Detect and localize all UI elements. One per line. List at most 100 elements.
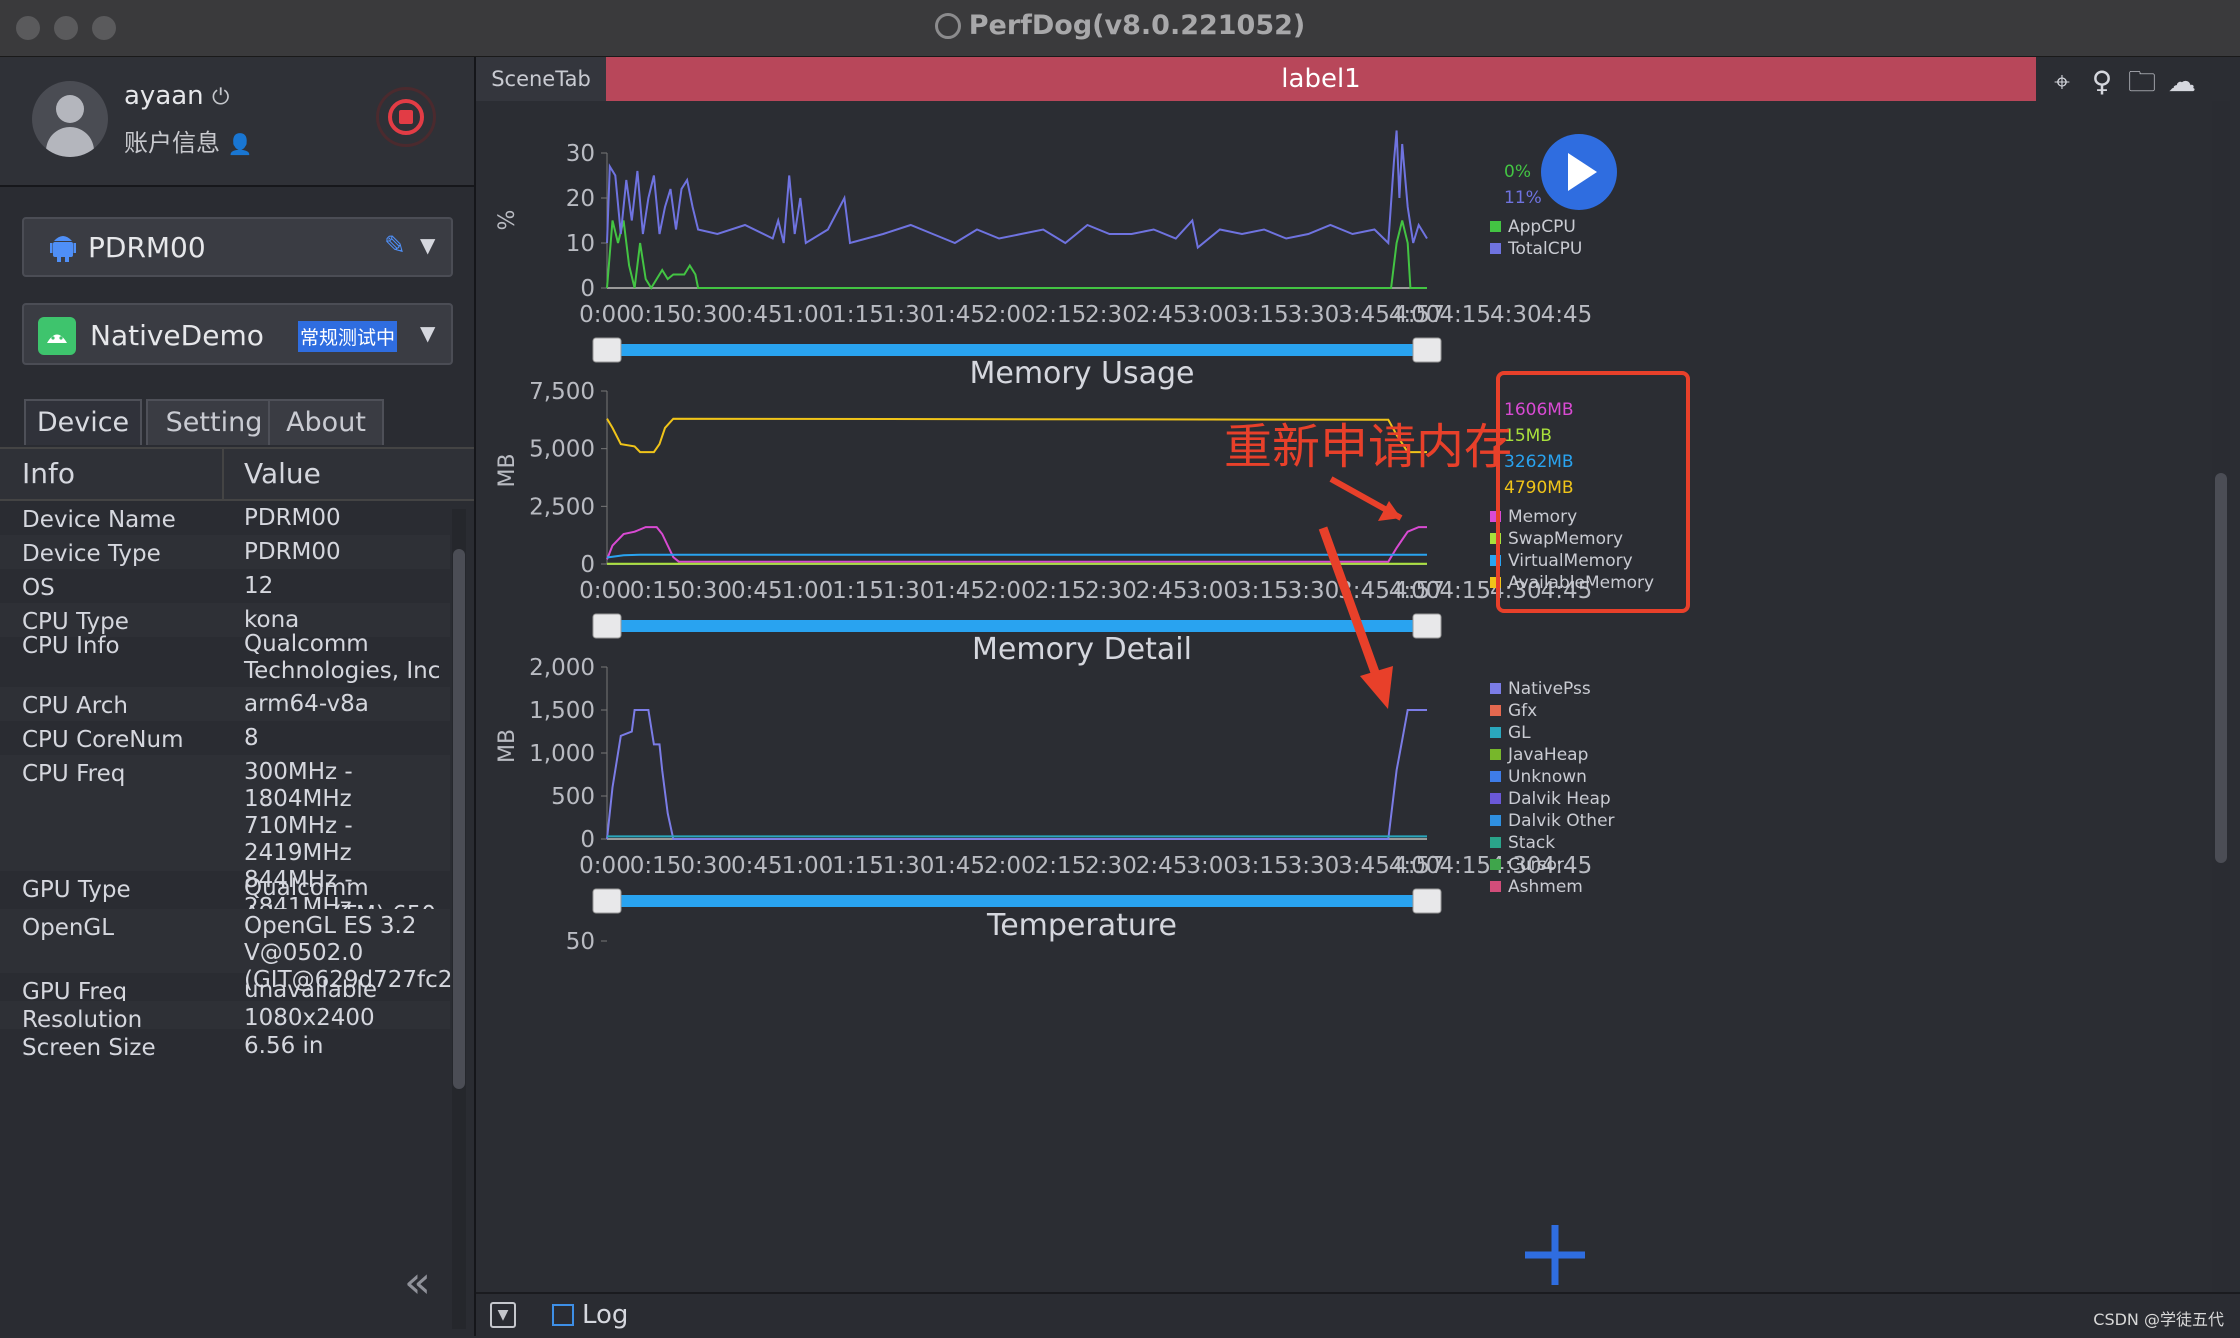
- info-column-header[interactable]: Info: [22, 457, 75, 490]
- x-tick-label: 1:00: [782, 578, 834, 604]
- x-tick-label: 4:15: [1439, 853, 1491, 879]
- main-panel: SceneTab label1 ⌖ ♀ 🗀 ☁ % 30 20 10 0 0:00 0:15 0:3…: [476, 57, 2240, 1292]
- scene-label-bar[interactable]: label1: [606, 57, 2036, 101]
- y-tick-label: 1,500: [529, 698, 595, 724]
- account-info-link[interactable]: 账户信息 👤: [124, 123, 253, 158]
- collapse-panel-icon[interactable]: «: [404, 1257, 431, 1308]
- legend-swatch: [1490, 221, 1501, 232]
- chevron-down-icon[interactable]: ▼: [420, 233, 435, 257]
- info-key: CPU Freq: [22, 761, 126, 787]
- info-row: Device Type PDRM00: [0, 535, 450, 569]
- charts-area: %30201000:000:150:300:451:001:151:301:45…: [495, 101, 2230, 1292]
- chevron-down-icon[interactable]: ▼: [420, 321, 435, 345]
- x-tick-label: 1:45: [933, 853, 985, 879]
- x-tick-label: 1:30: [883, 853, 935, 879]
- series-line-memory: [606, 526, 1427, 563]
- chart-ylabel: MB: [495, 453, 520, 487]
- legend-swatch: [1490, 793, 1501, 804]
- username-text: ayaan: [124, 81, 204, 111]
- info-value: PDRM00: [244, 539, 341, 565]
- y-tick-label: 0: [580, 827, 595, 853]
- stop-record-button[interactable]: [376, 87, 436, 147]
- legend-item: NativePss: [1508, 679, 1591, 699]
- range-slider-left-handle[interactable]: [592, 613, 622, 639]
- x-tick-label: 3:00: [1186, 302, 1238, 328]
- x-tick-label: 0:45: [731, 853, 783, 879]
- cloud-icon[interactable]: ☁: [2162, 65, 2202, 98]
- marker-icon[interactable]: ♀: [2082, 65, 2122, 98]
- device-selector[interactable]: PDRM00 ✎ ▼: [22, 217, 453, 277]
- edit-link-icon[interactable]: ✎: [384, 231, 406, 261]
- chart-ylabel: MB: [495, 729, 520, 763]
- x-tick-label: 1:15: [832, 853, 884, 879]
- range-slider-track[interactable]: [601, 344, 1433, 356]
- range-slider-right-handle[interactable]: [1412, 888, 1442, 914]
- scene-tab[interactable]: SceneTab: [476, 57, 606, 101]
- x-tick-label: 1:15: [832, 578, 884, 604]
- chart-title: Memory Usage: [969, 356, 1194, 391]
- range-slider-right-handle[interactable]: [1412, 337, 1442, 363]
- legend-swatch: [1490, 815, 1501, 826]
- info-row: Device Name PDRM00: [0, 501, 450, 535]
- expand-panel-button[interactable]: ▼: [490, 1302, 516, 1328]
- main-scrollbar-thumb[interactable]: [2215, 473, 2227, 863]
- x-tick-label: 3:30: [1288, 578, 1340, 604]
- y-tick-label: 50: [566, 929, 595, 955]
- range-slider-right-handle[interactable]: [1412, 613, 1442, 639]
- range-slider-track[interactable]: [601, 895, 1433, 907]
- info-scrollbar[interactable]: [452, 509, 466, 1329]
- info-row: OS 12: [0, 569, 450, 603]
- x-tick-label: 4:57: [1393, 578, 1445, 604]
- app-selector[interactable]: NativeDemo 常规测试中 ▼: [22, 303, 453, 365]
- tab-device[interactable]: Device: [24, 399, 142, 445]
- avatar[interactable]: [32, 81, 108, 157]
- info-row: OpenGL OpenGL ES 3.2 V@0502.0 (GIT@629d72…: [0, 909, 452, 993]
- power-icon[interactable]: ⏻: [212, 85, 229, 110]
- x-tick-label: 3:00: [1186, 578, 1238, 604]
- y-tick-label: 7,500: [529, 379, 595, 405]
- range-slider-left-handle[interactable]: [592, 888, 622, 914]
- x-tick-label: 2:45: [1136, 578, 1188, 604]
- legend-item: JavaHeap: [1507, 745, 1588, 765]
- legend-swatch: [1490, 727, 1501, 738]
- watermark: CSDN @学徒五代: [2093, 1310, 2224, 1329]
- legend-item: AppCPU: [1508, 217, 1576, 237]
- x-tick-label: 4:45: [1541, 302, 1593, 328]
- location-pin-icon[interactable]: ⌖: [2042, 65, 2082, 99]
- info-scrollbar-thumb[interactable]: [453, 549, 465, 1089]
- range-slider-track[interactable]: [601, 620, 1433, 632]
- info-value: 1080x2400: [244, 1005, 375, 1031]
- add-chart-icon[interactable]: [1525, 1225, 1585, 1285]
- legend-value: 1606MB: [1504, 400, 1574, 420]
- legend-item: Gfx: [1508, 701, 1537, 721]
- chart-title: Temperature: [986, 908, 1177, 943]
- info-key: OS: [22, 575, 55, 601]
- legend-item: TotalCPU: [1507, 239, 1582, 259]
- y-tick-label: 10: [566, 231, 595, 257]
- x-tick-label: 0:45: [731, 578, 783, 604]
- test-mode-badge: 常规测试中: [298, 321, 398, 352]
- legend-value: 4790MB: [1504, 478, 1574, 498]
- x-tick-label: 2:30: [1085, 302, 1137, 328]
- range-slider-left-handle[interactable]: [592, 337, 622, 363]
- y-tick-label: 2,000: [529, 655, 595, 681]
- x-tick-label: 0:30: [680, 578, 732, 604]
- tab-setting[interactable]: Setting: [146, 399, 282, 445]
- annotation-text: 重新申请内存: [1224, 419, 1512, 475]
- tab-about[interactable]: About: [268, 399, 384, 445]
- x-tick-label: 4:15: [1439, 302, 1491, 328]
- window-titlebar: PerfDog(v8.0.221052): [0, 0, 2240, 57]
- x-tick-label: 0:15: [630, 853, 682, 879]
- user-settings-icon: 👤: [227, 132, 253, 156]
- username: ayaan ⏻: [124, 81, 229, 111]
- legend-item: VirtualMemory: [1508, 551, 1633, 571]
- info-key: Screen Size: [22, 1035, 156, 1061]
- x-tick-label: 2:45: [1136, 302, 1188, 328]
- log-checkbox[interactable]: [552, 1304, 574, 1326]
- x-tick-label: 3:15: [1237, 578, 1289, 604]
- value-column-header[interactable]: Value: [244, 457, 321, 490]
- info-row: Resolution 1080x2400: [0, 1001, 450, 1033]
- info-key: GPU Type: [22, 877, 131, 903]
- info-value: PDRM00: [244, 505, 341, 531]
- x-tick-label: 2:15: [1035, 302, 1087, 328]
